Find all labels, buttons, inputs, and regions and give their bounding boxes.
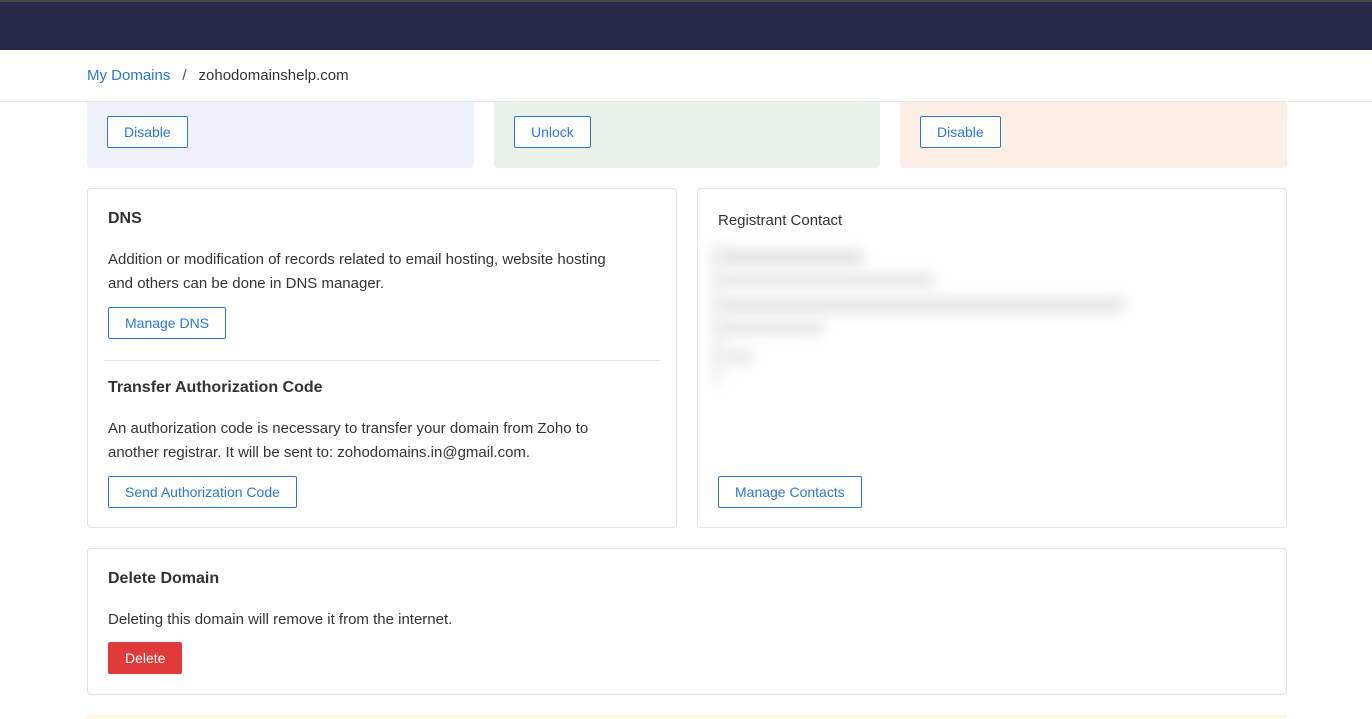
breadcrumb-my-domains-link[interactable]: My Domains [87,67,170,84]
disable-button-1[interactable]: Disable [107,116,188,148]
breadcrumb: My Domains / zohodomainshelp.com [0,50,1372,102]
registrant-contact-panel: Registrant Contact Manage Contacts [697,188,1287,528]
delete-button[interactable]: Delete [108,642,183,674]
disable-button-2[interactable]: Disable [920,116,1001,148]
delete-domain-panel: Delete Domain Deleting this domain will … [87,548,1287,695]
domain-setting-card-2: Unlock [494,102,880,168]
domain-setting-card-1: Disable [87,102,474,168]
manage-dns-button[interactable]: Manage DNS [108,307,227,339]
manage-contacts-button[interactable]: Manage Contacts [718,476,862,508]
transfer-auth-title: Transfer Authorization Code [108,379,323,396]
unlock-button[interactable]: Unlock [514,116,591,148]
send-authorization-code-button[interactable]: Send Authorization Code [108,476,297,508]
section-divider [104,360,660,361]
breadcrumb-current-domain: zohodomainshelp.com [198,67,349,84]
registrant-contact-title: Registrant Contact [718,212,843,229]
dns-title: DNS [108,210,142,227]
dns-description-line-1: Addition or modification of records rela… [108,251,606,268]
breadcrumb-separator: / [182,67,187,84]
delete-domain-description: Deleting this domain will remove it from… [108,611,453,628]
dns-description-line-2: and others can be done in DNS manager. [108,275,385,292]
top-navigation-bar [0,0,1372,50]
transfer-description-line-2: another registrar. It will be sent to: z… [108,444,531,461]
domain-setting-card-3: Disable [900,102,1287,168]
next-section-edge [87,715,1287,719]
dns-transfer-panel: DNS Addition or modification of records … [87,188,677,528]
transfer-description-line-1: An authorization code is necessary to tr… [108,420,589,437]
delete-domain-title: Delete Domain [108,570,220,587]
